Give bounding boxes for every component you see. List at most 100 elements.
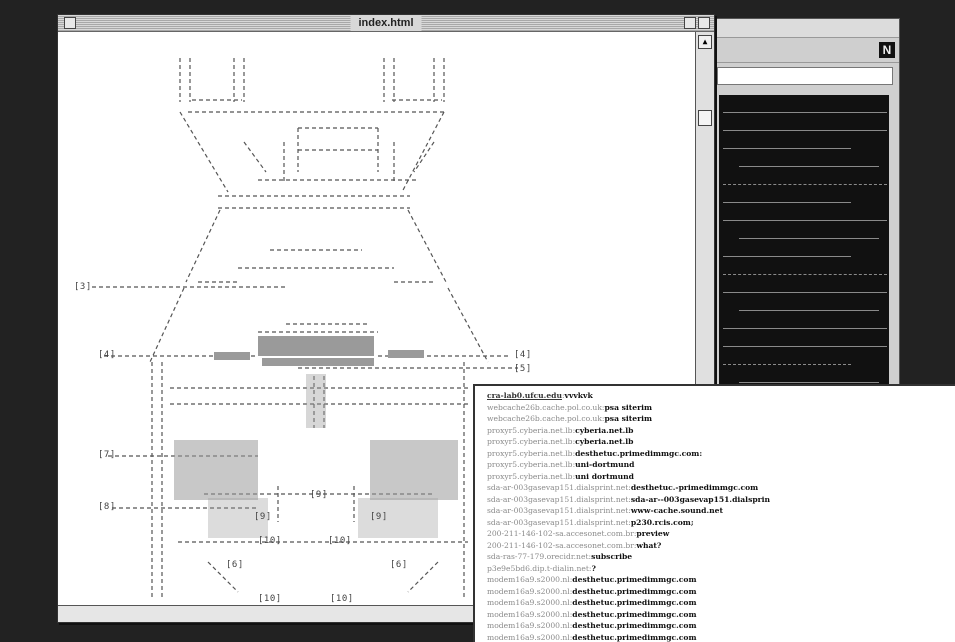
background-browser-window[interactable]: N xyxy=(712,18,900,420)
host-list-item: 200-211-146-102-sa.accesonet.com.br:what… xyxy=(487,540,955,552)
host-name[interactable]: sda-ar-003gasevap151.dialsprint.net xyxy=(487,518,628,527)
close-box-icon[interactable] xyxy=(64,17,76,29)
ascii-line xyxy=(723,333,887,347)
host-name[interactable]: cra-lab0.ufcu.edu xyxy=(487,391,562,400)
ascii-line xyxy=(739,297,879,311)
target-text: cyberia.net.lb xyxy=(575,426,633,435)
host-name[interactable]: proxyr5.cyberia.net.lb xyxy=(487,426,573,435)
background-window-content xyxy=(719,95,889,419)
host-list-item: proxyr5.cyberia.net.lb:uni-dortmund xyxy=(487,459,955,471)
host-name[interactable]: proxyr5.cyberia.net.lb xyxy=(487,472,573,481)
ascii-line xyxy=(723,99,887,113)
host-name[interactable]: modem16a9.s2000.nl xyxy=(487,587,570,596)
location-field[interactable] xyxy=(717,67,893,85)
ascii-label: [7] xyxy=(98,450,116,460)
target-text: desthetuc.primedimmgc.com xyxy=(572,575,696,584)
target-text: desthetuc.primedimmgc.com xyxy=(572,587,696,596)
ascii-label: [10] xyxy=(258,594,282,604)
ascii-label: [6] xyxy=(226,560,244,570)
target-text: vvvkvk xyxy=(565,391,593,400)
ascii-line xyxy=(723,135,851,149)
host-list-item: modem16a9.s2000.nl:desthetuc.primedimmgc… xyxy=(487,620,955,632)
host-list-item: sda-ar-003gasevap151.dialsprint.net:p230… xyxy=(487,517,955,529)
host-list-item: sda-ar-003gasevap151.dialsprint.net:www-… xyxy=(487,505,955,517)
ascii-label: [8] xyxy=(98,502,116,512)
host-list-item: webcache26b.cache.pol.co.uk:psa siterim xyxy=(487,413,955,425)
target-text: desthetuc.primedimmgc.com xyxy=(572,610,696,619)
host-name[interactable]: sda-ar-003gasevap151.dialsprint.net xyxy=(487,495,628,504)
host-name[interactable]: modem16a9.s2000.nl xyxy=(487,598,570,607)
host-list-item: sda-ar-003gasevap151.dialsprint.net:sda-… xyxy=(487,494,955,506)
host-name[interactable]: sda-ar-003gasevap151.dialsprint.net xyxy=(487,483,628,492)
host-list-item: p3e9e5bd6.dip.t-dialin.net:? xyxy=(487,563,955,575)
window-titlebar[interactable]: index.html xyxy=(58,15,714,32)
host-name[interactable]: webcache26b.cache.pol.co.uk xyxy=(487,403,602,412)
host-name[interactable]: modem16a9.s2000.nl xyxy=(487,621,570,630)
host-list-item: sda-ras-77-179.orecidr.net:subscribe xyxy=(487,551,955,563)
window-title: index.html xyxy=(350,15,421,31)
target-text: ? xyxy=(591,564,595,573)
host-list-item: sda-ar-003gasevap151.dialsprint.net:dest… xyxy=(487,482,955,494)
ascii-label: [9] xyxy=(370,512,388,522)
host-name[interactable]: proxyr5.cyberia.net.lb xyxy=(487,437,573,446)
ascii-label: [10] xyxy=(330,594,354,604)
target-text: subscribe xyxy=(591,552,632,561)
host-name[interactable]: p3e9e5bd6.dip.t-dialin.net xyxy=(487,564,589,573)
host-name[interactable]: sda-ar-003gasevap151.dialsprint.net xyxy=(487,506,628,515)
ascii-label: [5] xyxy=(514,364,532,374)
host-list-item: webcache26b.cache.pol.co.uk:psa siterim xyxy=(487,402,955,414)
scroll-up-arrow-icon[interactable]: ▲ xyxy=(698,35,712,49)
ascii-line xyxy=(723,243,851,257)
host-name[interactable]: modem16a9.s2000.nl xyxy=(487,610,570,619)
host-name[interactable]: webcache26b.cache.pol.co.uk xyxy=(487,414,602,423)
target-text: desthetuc.-primedimmgc.com xyxy=(631,483,758,492)
host-list-panel: cra-lab0.ufcu.edu:vvvkvkwebcache26b.cach… xyxy=(473,384,955,642)
target-text: desthetuc.primedimmgc.com: xyxy=(575,449,702,458)
target-text: desthetuc.primedimmgc.com xyxy=(572,633,696,642)
ascii-label: [6] xyxy=(390,560,408,570)
host-name[interactable]: 200-211-146-102-sa.accesonet.com.br xyxy=(487,541,634,550)
host-list-item: proxyr5.cyberia.net.lb:cyberia.net.lb xyxy=(487,436,955,448)
host-list-item: 200-211-146-102-sa.accesonet.com.br:prev… xyxy=(487,528,955,540)
scroll-thumb[interactable] xyxy=(698,110,712,126)
ascii-label: [10] xyxy=(258,536,282,546)
collapse-box-icon[interactable] xyxy=(698,17,710,29)
target-text: p230.rcis.com; xyxy=(631,518,694,527)
host-name[interactable]: modem16a9.s2000.nl xyxy=(487,633,570,642)
target-text: uni-dortmund xyxy=(575,460,634,469)
host-name[interactable]: proxyr5.cyberia.net.lb xyxy=(487,449,573,458)
ascii-line xyxy=(723,315,887,329)
host-list-item: proxyr5.cyberia.net.lb:uni dortmund xyxy=(487,471,955,483)
host-name[interactable]: proxyr5.cyberia.net.lb xyxy=(487,460,573,469)
host-list: cra-lab0.ufcu.edu:vvvkvkwebcache26b.cach… xyxy=(487,390,955,642)
target-text: cyberia.net.lb xyxy=(575,437,633,446)
ascii-line xyxy=(723,279,887,293)
host-list-item: cra-lab0.ufcu.edu:vvvkvk xyxy=(487,390,955,402)
ascii-label: [9] xyxy=(254,512,272,522)
ascii-line xyxy=(723,117,887,131)
target-text: what? xyxy=(636,541,661,550)
host-name[interactable]: modem16a9.s2000.nl xyxy=(487,575,570,584)
background-window-titlebar[interactable] xyxy=(713,19,899,38)
target-text: psa siterim xyxy=(604,403,652,412)
host-list-item: modem16a9.s2000.nl:desthetuc.primedimmgc… xyxy=(487,597,955,609)
target-text: preview xyxy=(636,529,669,538)
host-list-item: proxyr5.cyberia.net.lb:cyberia.net.lb xyxy=(487,425,955,437)
ascii-label: [9] xyxy=(310,490,328,500)
host-name[interactable]: 200-211-146-102-sa.accesonet.com.br xyxy=(487,529,634,538)
ascii-line xyxy=(723,189,851,203)
host-name[interactable]: sda-ras-77-179.orecidr.net xyxy=(487,552,589,561)
ascii-line xyxy=(723,171,887,185)
target-text: desthetuc.primedimmgc.com xyxy=(572,598,696,607)
ascii-label: [4] xyxy=(98,350,116,360)
ascii-line xyxy=(723,351,851,365)
background-window-toolbar: N xyxy=(713,38,899,63)
netscape-logo-icon: N xyxy=(879,42,895,58)
zoom-box-icon[interactable] xyxy=(684,17,696,29)
target-text: sda-ar--003gasevap151.dialsprin xyxy=(631,495,770,504)
host-list-item: modem16a9.s2000.nl:desthetuc.primedimmgc… xyxy=(487,632,955,642)
ascii-line xyxy=(723,207,887,221)
host-list-item: modem16a9.s2000.nl:desthetuc.primedimmgc… xyxy=(487,586,955,598)
ascii-line xyxy=(723,261,887,275)
ascii-line xyxy=(739,225,879,239)
